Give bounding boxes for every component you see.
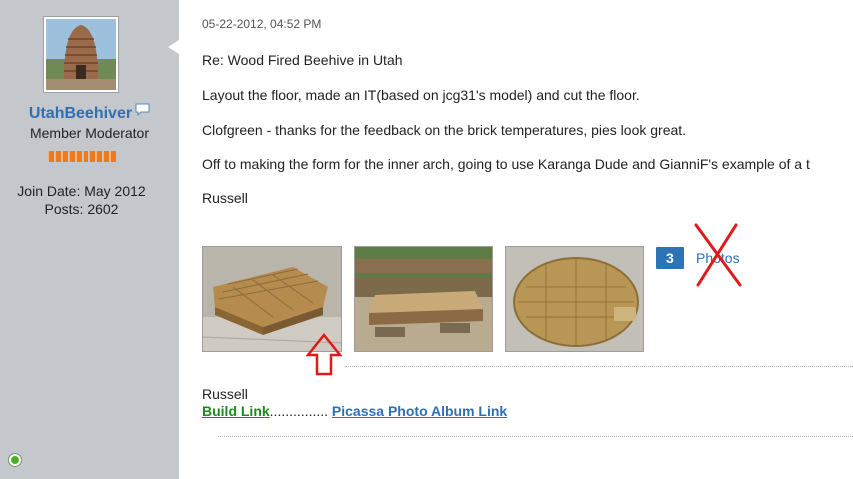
photo-thumbnail-2[interactable] <box>354 246 493 352</box>
post-count: Posts: 2602 <box>44 201 119 217</box>
post-text-line: Layout the floor, made an IT(based on jc… <box>202 87 640 103</box>
cross-mark-icon <box>690 223 746 292</box>
up-arrow-icon <box>305 332 343 382</box>
post-text-line: Clofgreen - thanks for the feedback on t… <box>202 122 687 138</box>
username-row: UtahBeehiver <box>0 103 179 123</box>
post-text-line: Russell <box>202 190 248 206</box>
join-date: Join Date: May 2012 <box>17 183 146 199</box>
post-bottom-divider <box>218 436 853 437</box>
signature-separator: ............... <box>269 403 329 419</box>
signature-links: Build Link............... Picassa Photo … <box>202 403 507 419</box>
picassa-album-link[interactable]: Picassa Photo Album Link <box>332 403 507 419</box>
signature-name: Russell <box>202 386 248 402</box>
username-link[interactable]: UtahBeehiver <box>29 105 132 122</box>
online-status-icon <box>9 454 21 466</box>
user-title: Member Moderator <box>29 125 150 141</box>
user-avatar[interactable] <box>43 16 119 93</box>
speech-bubble-icon[interactable] <box>135 103 150 121</box>
photo-count-badge[interactable]: 3 <box>656 247 684 269</box>
build-link[interactable]: Build Link <box>202 403 270 419</box>
photo-thumbnail-3[interactable] <box>505 246 644 352</box>
reputation-bar <box>48 151 117 162</box>
signature-divider <box>345 366 853 367</box>
post-text-line: Off to making the form for the inner arc… <box>202 156 810 172</box>
sidebar-pointer <box>168 40 179 54</box>
user-sidebar: UtahBeehiver Member Moderator Join Date:… <box>0 0 179 479</box>
post-title: Re: Wood Fired Beehive in Utah <box>202 52 403 68</box>
post-date: 05-22-2012, 04:52 PM <box>202 17 322 31</box>
